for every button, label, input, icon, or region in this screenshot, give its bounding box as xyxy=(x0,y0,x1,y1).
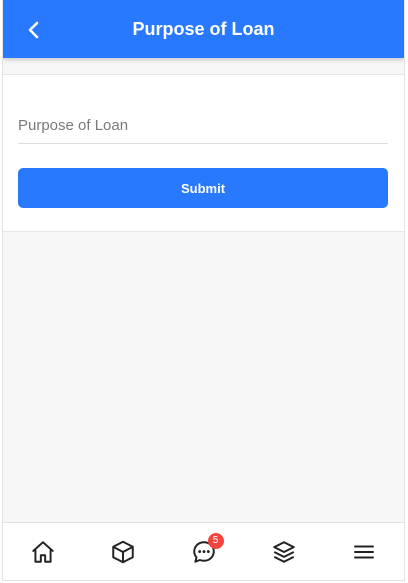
tab-layers[interactable] xyxy=(244,523,324,580)
app-frame: Purpose of Loan Submit 5 xyxy=(2,0,405,581)
menu-icon xyxy=(353,545,374,558)
home-icon xyxy=(32,540,54,563)
tab-messages[interactable]: 5 xyxy=(163,523,243,580)
page-title: Purpose of Loan xyxy=(132,19,275,39)
unread-badge: 5 xyxy=(207,533,224,549)
header-bar: Purpose of Loan xyxy=(3,0,404,58)
submit-button[interactable]: Submit xyxy=(18,168,388,208)
back-button[interactable] xyxy=(19,15,49,45)
tab-products[interactable] xyxy=(83,523,163,580)
tab-menu[interactable] xyxy=(324,523,404,580)
bottom-tab-bar: 5 xyxy=(3,522,404,580)
cube-icon xyxy=(112,540,135,563)
layers-icon xyxy=(272,540,295,563)
chevron-left-icon xyxy=(28,21,39,39)
loan-purpose-form: Submit xyxy=(3,74,404,232)
tab-home[interactable] xyxy=(3,523,83,580)
purpose-of-loan-input[interactable] xyxy=(18,107,388,144)
